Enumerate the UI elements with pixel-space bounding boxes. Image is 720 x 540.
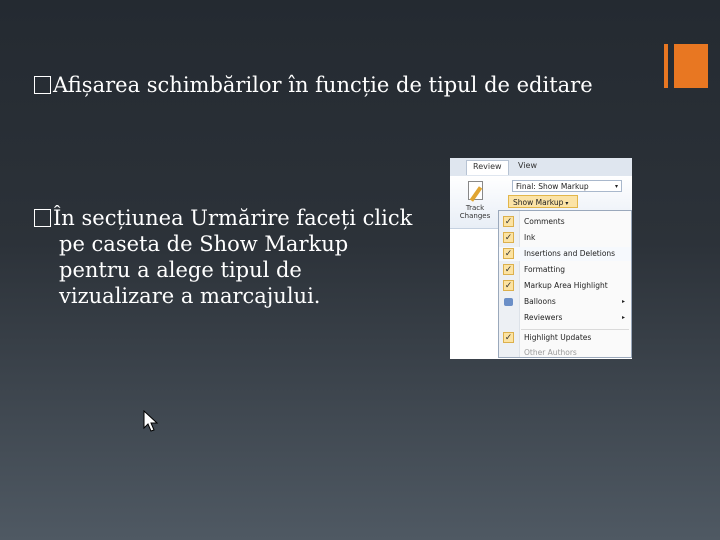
show-markup-screenshot: Review View Track Changes Final: Show Ma… <box>450 158 632 359</box>
accent-bar-thick <box>674 44 708 88</box>
show-markup-menu: ✓ Comments ✓ Ink ✓ Insertions and Deleti… <box>498 210 632 358</box>
menu-item-reviewers[interactable]: Reviewers ▸ <box>499 311 631 325</box>
bullet-glyph-icon <box>34 76 51 94</box>
checkmark-icon: ✓ <box>503 280 514 291</box>
accent-bar-thin <box>664 44 668 88</box>
show-markup-label: Show Markup <box>513 198 564 207</box>
bullet-2-line-3: pentru a alege tipul de <box>59 258 302 282</box>
menu-item-highlight-updates[interactable]: ✓ Highlight Updates <box>499 331 631 345</box>
display-for-review-value: Final: Show Markup <box>516 182 589 191</box>
submenu-arrow-icon: ▸ <box>621 314 625 321</box>
bullet-2: În secțiunea Urmărire faceți click pe ca… <box>34 205 434 309</box>
menu-item-ink[interactable]: ✓ Ink <box>499 231 631 245</box>
checkmark-icon: ✓ <box>503 216 514 227</box>
menu-item-comments[interactable]: ✓ Comments <box>499 215 631 229</box>
track-changes-icon <box>465 180 485 202</box>
bullet-1: Afișarea schimbărilor în funcție de tipu… <box>34 72 654 98</box>
track-changes-label-2: Changes <box>459 212 491 220</box>
show-markup-button[interactable]: Show Markup ▾ <box>508 195 578 208</box>
checkmark-icon: ✓ <box>503 232 514 243</box>
menu-separator <box>521 329 629 330</box>
checkmark-icon: ✓ <box>503 264 514 275</box>
menu-item-insertions-deletions[interactable]: ✓ Insertions and Deletions <box>499 247 631 261</box>
bullet-glyph-icon <box>34 209 51 227</box>
track-changes-button[interactable]: Track Changes <box>454 180 496 220</box>
checkmark-icon: ✓ <box>503 332 514 343</box>
mouse-cursor-icon <box>143 410 159 432</box>
menu-item-other-authors: Other Authors <box>524 348 577 357</box>
checkmark-icon: ✓ <box>503 248 514 259</box>
chevron-down-icon: ▾ <box>614 183 618 190</box>
submenu-arrow-icon: ▸ <box>621 298 625 305</box>
track-changes-label-1: Track <box>465 204 485 212</box>
chevron-down-icon: ▾ <box>563 200 569 207</box>
tab-review[interactable]: Review <box>466 160 509 175</box>
display-for-review-dropdown[interactable]: Final: Show Markup ▾ <box>512 180 622 192</box>
menu-item-balloons[interactable]: Balloons ▸ <box>499 295 631 309</box>
ribbon-tabs: Review View <box>450 158 632 177</box>
bullet-1-text: Afișarea schimbărilor în funcție de tipu… <box>53 73 593 97</box>
menu-item-markup-area-highlight[interactable]: ✓ Markup Area Highlight <box>499 279 631 293</box>
bullet-2-line-1: În secțiunea Urmărire faceți click <box>53 206 413 230</box>
bullet-2-line-4: vizualizare a marcajului. <box>59 284 321 308</box>
menu-item-formatting[interactable]: ✓ Formatting <box>499 263 631 277</box>
tab-view[interactable]: View <box>518 161 537 170</box>
balloon-icon <box>504 298 513 306</box>
bullet-2-line-2: pe caseta de Show Markup <box>59 232 349 256</box>
